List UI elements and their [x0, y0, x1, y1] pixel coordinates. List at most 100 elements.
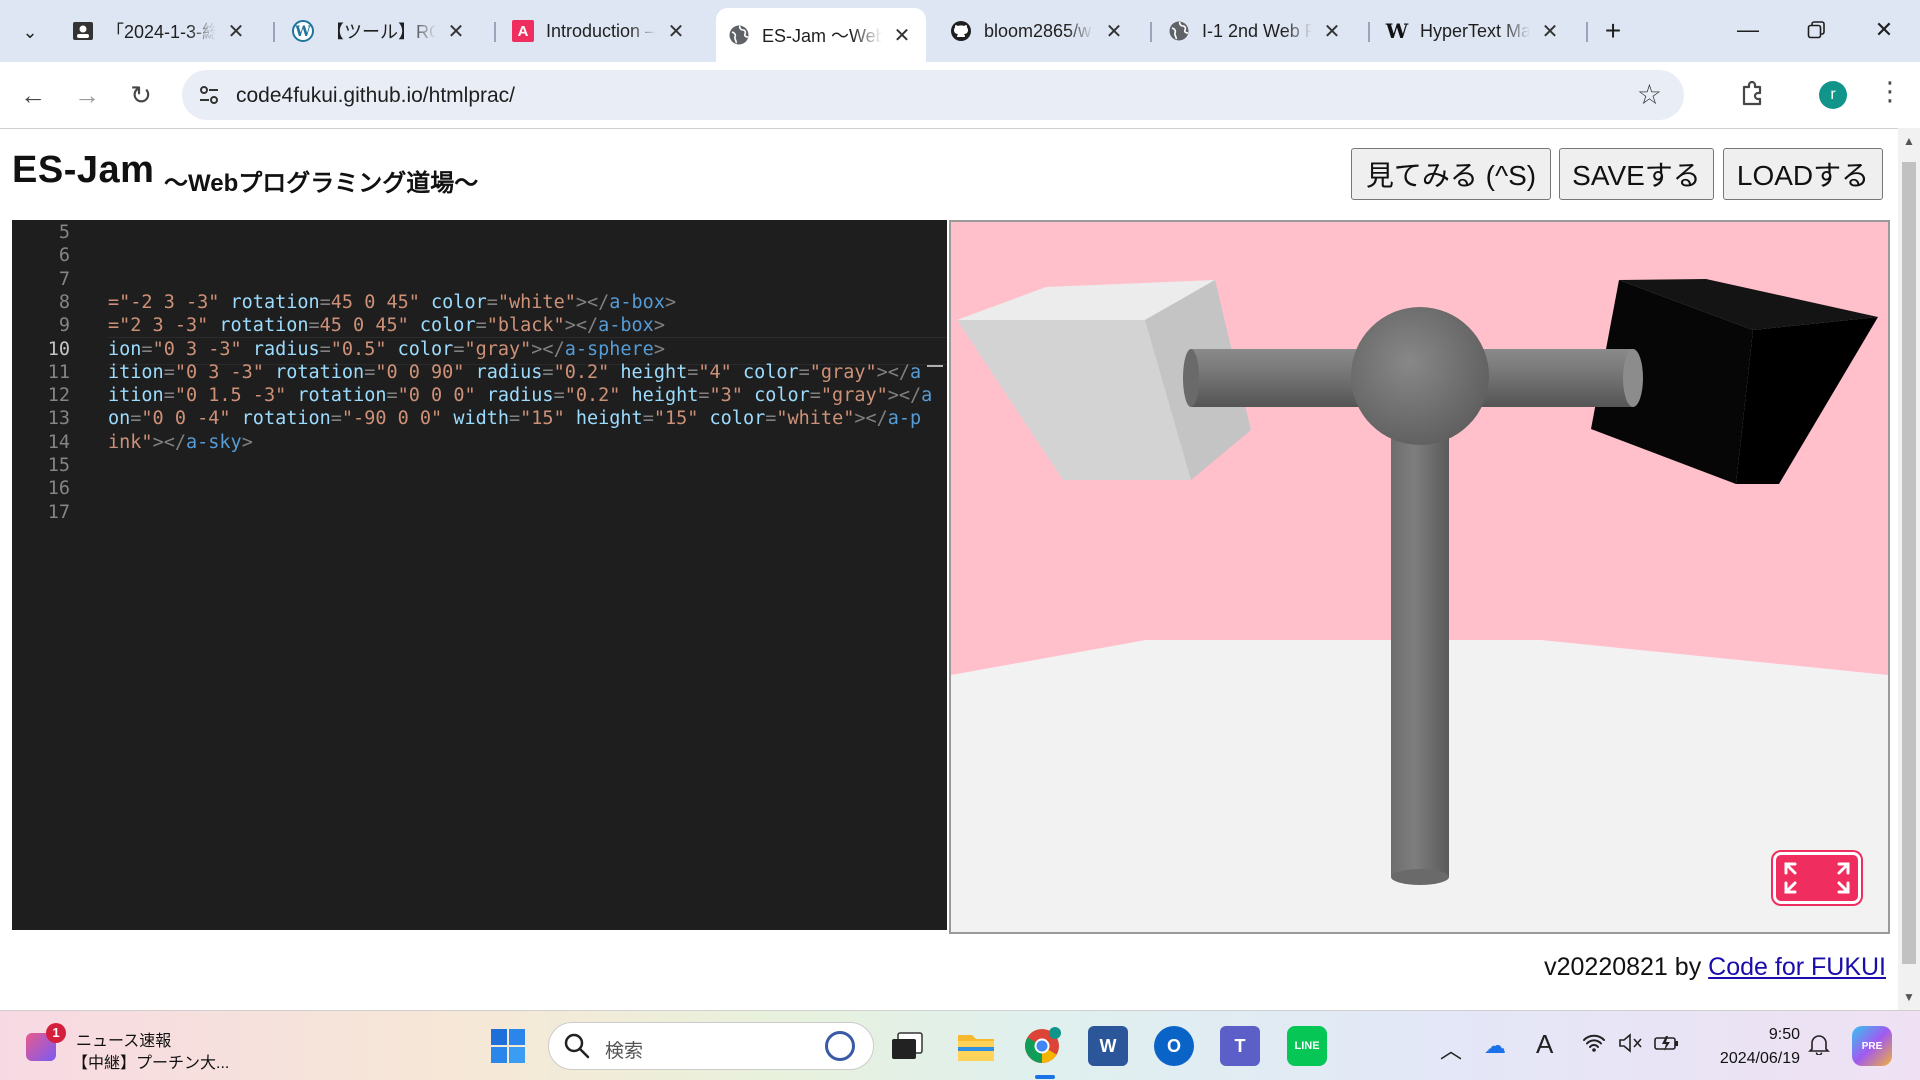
battery-charging-icon[interactable] [1654, 1033, 1680, 1059]
tab-7[interactable]: W HyperText Ma ✕ [1374, 10, 1574, 52]
task-view-icon[interactable] [887, 1026, 927, 1066]
line-number: 6 [58, 245, 70, 267]
page-content: ES-Jam 〜Webプログラミング道場〜 見てみる (^S) SAVEする L… [0, 128, 1898, 1010]
windows-start-icon[interactable] [488, 1026, 528, 1066]
copilot-preview-icon[interactable]: PRE [1852, 1026, 1892, 1066]
aframe-scene-preview[interactable] [949, 220, 1890, 934]
tab-strip: ⌄ 「2024-1-3-総 ✕ W 【ツール】RGB確 ✕ A Introduc… [0, 0, 1920, 62]
word-icon[interactable]: W [1088, 1026, 1128, 1066]
tray-overflow-chevron-icon[interactable]: ︿ [1440, 1033, 1462, 1065]
code-text: ition="0 1.5 -3" rotation="0 0 0" radius… [108, 385, 933, 407]
close-window-icon[interactable]: ✕ [1852, 12, 1916, 48]
line-number: 16 [47, 478, 70, 500]
onedrive-cloud-icon[interactable]: ☁ [1484, 1033, 1506, 1059]
bookmark-star-icon[interactable]: ☆ [1637, 78, 1662, 111]
load-button[interactable]: LOADする [1723, 148, 1883, 200]
chrome-icon[interactable] [1022, 1026, 1062, 1066]
line-app-icon[interactable]: LINE [1287, 1026, 1327, 1066]
notification-bell-icon[interactable] [1808, 1033, 1830, 1061]
line-number: 10 [47, 338, 70, 360]
tab-title: ES-Jam 〜Web [762, 26, 882, 46]
code-for-fukui-link[interactable]: Code for FUKUI [1708, 953, 1886, 981]
tab-6[interactable]: I-1 2nd Web F ✕ [1156, 10, 1356, 52]
globe-icon [1168, 20, 1190, 42]
address-bar[interactable]: code4fukui.github.io/htmlprac/ ☆ [182, 70, 1684, 120]
search-icon [563, 1032, 591, 1060]
code-text: ink"></a-sky> [108, 431, 253, 453]
line-number: 17 [47, 501, 70, 523]
tab-1[interactable]: 「2024-1-3-総 ✕ [60, 10, 260, 52]
tab-2[interactable]: W 【ツール】RGB確 ✕ [280, 10, 480, 52]
close-icon[interactable]: ✕ [890, 23, 914, 48]
forward-arrow-icon[interactable]: → [68, 76, 106, 114]
line-number: 9 [58, 315, 70, 337]
teams-new-icon[interactable]: T [1220, 1026, 1260, 1066]
tab-separator [1368, 22, 1370, 42]
tab-search-chevron-icon[interactable]: ⌄ [10, 13, 50, 51]
minimize-icon[interactable]: — [1716, 12, 1780, 48]
page-scrollbar[interactable]: ▲ ▼ [1898, 128, 1920, 1010]
close-icon[interactable]: ✕ [444, 19, 468, 44]
reload-icon[interactable]: ↻ [122, 76, 160, 114]
tab-title: HyperText Ma [1420, 20, 1530, 41]
profile-avatar[interactable]: r [1819, 81, 1847, 109]
save-button[interactable]: SAVEする [1559, 148, 1714, 200]
gray-sphere [1351, 307, 1489, 445]
tab-3[interactable]: A Introduction – ✕ [500, 10, 700, 52]
close-icon[interactable]: ✕ [224, 19, 248, 44]
code-text: on="0 0 -4" rotation="-90 0 0" width="15… [108, 408, 922, 430]
close-icon[interactable]: ✕ [1102, 19, 1126, 44]
outlook-new-icon[interactable]: O [1154, 1026, 1194, 1066]
url-text[interactable]: code4fukui.github.io/htmlprac/ [236, 84, 515, 108]
aframe-icon: A [512, 20, 534, 42]
code-text: ="-2 3 -3" rotation=45 0 45" color="whit… [108, 291, 677, 313]
tab-separator [1586, 22, 1588, 42]
news-widget[interactable]: 1 ニュース速報 【中継】プーチン大... [26, 1023, 230, 1072]
scroll-up-arrow-icon[interactable]: ▲ [1903, 134, 1915, 148]
line-number: 15 [47, 455, 70, 476]
scrollbar-thumb[interactable] [1902, 162, 1916, 964]
site-settings-icon[interactable] [196, 82, 222, 108]
fullscreen-expand-icon[interactable] [1773, 852, 1861, 904]
line-number: 8 [58, 291, 70, 313]
scroll-down-arrow-icon[interactable]: ▼ [1903, 990, 1915, 1004]
tab-separator [273, 22, 275, 42]
wordpress-icon: W [292, 20, 314, 42]
tab-title: 【ツール】RGB確 [326, 22, 436, 42]
line-number: 12 [47, 385, 70, 407]
tab-title: Introduction – [546, 20, 656, 41]
globe-icon [728, 24, 750, 46]
notification-badge: 1 [46, 1023, 66, 1043]
svg-text:W: W [294, 24, 311, 40]
search-placeholder: 検索 [605, 1041, 644, 1062]
preview-button[interactable]: 見てみる (^S) [1351, 148, 1551, 200]
app-subtitle: 〜Webプログラミング道場〜 [164, 170, 479, 197]
extensions-puzzle-icon[interactable] [1738, 78, 1768, 108]
close-icon[interactable]: ✕ [664, 19, 688, 44]
close-icon[interactable]: ✕ [1538, 19, 1562, 44]
close-icon[interactable]: ✕ [1320, 19, 1344, 44]
back-arrow-icon[interactable]: ← [14, 76, 52, 114]
more-menu-icon[interactable]: ⋮ [1877, 76, 1903, 107]
code-line[interactable]: 17 [12, 502, 947, 530]
taskbar-search-box[interactable]: 検索 [548, 1022, 874, 1070]
tab-4-active[interactable]: ES-Jam 〜Web ✕ [716, 8, 926, 62]
windows-taskbar: 1 ニュース速報 【中継】プーチン大... 検索 W O T LINE ︿ ☁ … [0, 1010, 1920, 1080]
restore-icon[interactable] [1784, 12, 1848, 48]
new-tab-plus-icon[interactable]: + [1596, 15, 1630, 49]
code-editor[interactable]: 5 6 7 8 ="-2 3 -3" rotation=45 0 45" color="… [12, 220, 947, 930]
speaker-muted-icon[interactable] [1618, 1033, 1644, 1059]
ime-indicator[interactable]: A [1536, 1029, 1553, 1060]
code-text: ition="0 3 -3" rotation="0 0 90" radius=… [108, 361, 922, 383]
news-headline: 【中継】プーチン大... [72, 1055, 230, 1072]
wikipedia-icon: W [1385, 19, 1409, 43]
line-number: 14 [47, 431, 70, 453]
system-clock[interactable]: 9:50 2024/06/19 [1700, 1023, 1800, 1071]
search-highlight-icon [825, 1031, 855, 1061]
tab-5[interactable]: bloom2865/w ✕ [938, 10, 1138, 52]
clock-date: 2024/06/19 [1719, 1050, 1800, 1067]
active-app-indicator [1035, 1075, 1055, 1079]
file-explorer-icon[interactable] [956, 1026, 996, 1066]
line-number: 5 [58, 222, 70, 243]
wifi-icon[interactable] [1582, 1033, 1606, 1059]
